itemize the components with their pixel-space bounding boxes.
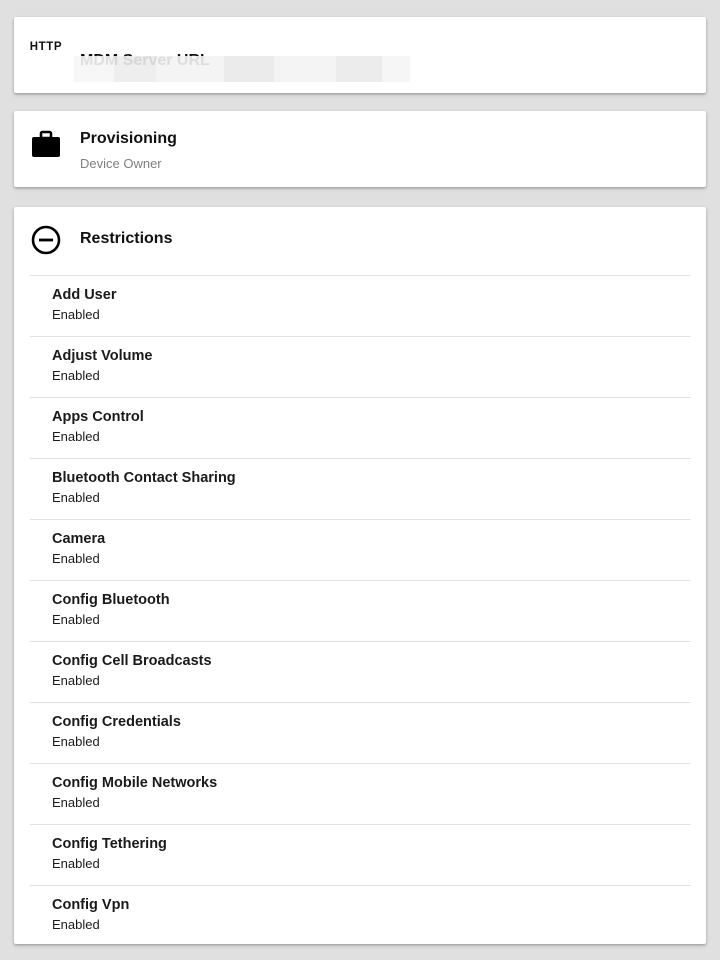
restriction-status: Enabled xyxy=(52,917,100,932)
provisioning-card[interactable]: Provisioning Device Owner xyxy=(14,111,706,187)
restriction-item[interactable]: Config Vpn Enabled xyxy=(30,885,691,946)
provisioning-subtitle: Device Owner xyxy=(80,156,162,171)
restriction-item[interactable]: Config Credentials Enabled xyxy=(30,702,691,763)
restriction-status: Enabled xyxy=(52,612,100,627)
restriction-name: Config Bluetooth xyxy=(52,592,170,608)
restriction-item[interactable]: Add User Enabled xyxy=(30,275,691,336)
restriction-status: Enabled xyxy=(52,551,100,566)
restriction-name: Adjust Volume xyxy=(52,348,153,364)
restriction-name: Config Vpn xyxy=(52,897,130,913)
briefcase-icon xyxy=(30,130,62,158)
restriction-name: Config Cell Broadcasts xyxy=(52,653,212,669)
restriction-status: Enabled xyxy=(52,734,100,749)
restriction-name: Apps Control xyxy=(52,409,144,425)
restriction-status: Enabled xyxy=(52,429,100,444)
restriction-status: Enabled xyxy=(52,368,100,383)
restriction-name: Bluetooth Contact Sharing xyxy=(52,470,236,486)
restrictions-list: Add User Enabled Adjust Volume Enabled Apps … xyxy=(30,275,691,946)
restriction-item[interactable]: Adjust Volume Enabled xyxy=(30,336,691,397)
restrictions-header[interactable]: Restrictions xyxy=(14,207,706,275)
restriction-item[interactable]: Apps Control Enabled xyxy=(30,397,691,458)
restriction-name: Config Tethering xyxy=(52,836,167,852)
restriction-item[interactable]: Config Cell Broadcasts Enabled xyxy=(30,641,691,702)
restriction-item[interactable]: Config Bluetooth Enabled xyxy=(30,580,691,641)
restriction-item[interactable]: Bluetooth Contact Sharing Enabled xyxy=(30,458,691,519)
restriction-name: Camera xyxy=(52,531,106,547)
restriction-status: Enabled xyxy=(52,673,100,688)
mdm-server-url-card[interactable]: HTTP MDM Server URL xyxy=(14,17,706,93)
restriction-name: Config Credentials xyxy=(52,714,181,730)
restrictions-card: Restrictions Add User Enabled Adjust Volum… xyxy=(14,207,706,944)
redacted-url-value xyxy=(74,56,410,82)
restriction-status: Enabled xyxy=(52,307,100,322)
restriction-status: Enabled xyxy=(52,795,100,810)
restriction-item[interactable]: Config Mobile Networks Enabled xyxy=(30,763,691,824)
http-icon: HTTP xyxy=(29,41,63,53)
restrictions-title: Restrictions xyxy=(80,230,173,247)
restriction-item[interactable]: Config Tethering Enabled xyxy=(30,824,691,885)
restriction-name: Config Mobile Networks xyxy=(52,775,218,791)
minus-circle-icon xyxy=(30,224,62,256)
restriction-item[interactable]: Camera Enabled xyxy=(30,519,691,580)
restriction-status: Enabled xyxy=(52,856,100,871)
restriction-name: Add User xyxy=(52,287,117,303)
provisioning-title: Provisioning xyxy=(80,130,177,147)
restriction-status: Enabled xyxy=(52,490,100,505)
